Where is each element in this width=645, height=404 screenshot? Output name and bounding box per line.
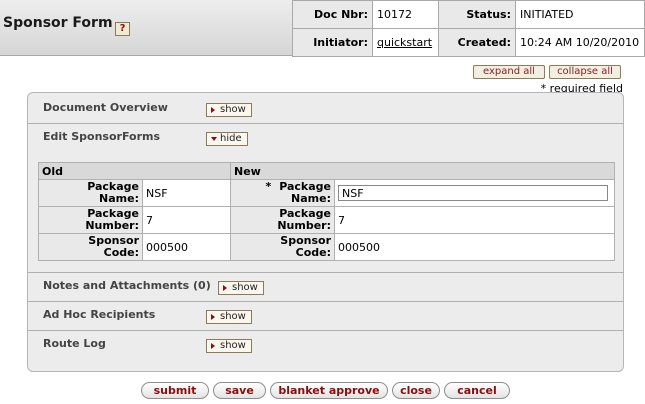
status-label: Status: <box>438 0 516 29</box>
old-package-number-label: Package Number: <box>38 206 143 234</box>
old-package-name-value: NSF <box>142 179 231 207</box>
document-overview-show-button[interactable]: show <box>206 103 252 117</box>
save-button[interactable]: save <box>213 382 266 399</box>
new-package-name-cell <box>334 179 615 207</box>
collapse-all-button[interactable]: collapse all <box>549 65 621 79</box>
status-value: INITIATED <box>515 0 645 29</box>
notes-show-button[interactable]: show <box>218 281 264 295</box>
document-header-table: Doc Nbr: 10172 Status: INITIATED Initiat… <box>292 0 645 57</box>
initiator-cell: quickstart <box>372 28 439 57</box>
new-column-header: New <box>230 162 615 180</box>
new-package-number-label: Package Number: <box>230 206 335 234</box>
tab-document-overview-label: Document Overview <box>43 101 168 114</box>
route-log-show-button[interactable]: show <box>206 339 252 353</box>
tab-ad-hoc-label: Ad Hoc Recipients <box>43 308 156 321</box>
created-label: Created: <box>438 28 516 57</box>
edit-sponsor-forms-hide-button[interactable]: hide <box>206 132 248 146</box>
expand-all-button[interactable]: expand all <box>473 65 545 79</box>
new-sponsor-code-label: Sponsor Code: <box>230 233 335 261</box>
cancel-button[interactable]: cancel <box>444 382 510 399</box>
doc-nbr-label: Doc Nbr: <box>292 0 373 29</box>
old-sponsor-code-label: Sponsor Code: <box>38 233 143 261</box>
ad-hoc-show-button[interactable]: show <box>206 310 252 324</box>
package-name-input[interactable] <box>338 185 608 201</box>
new-sponsor-code-value: 000500 <box>334 233 615 261</box>
tab-notes-attachments: Notes and Attachments (0) show <box>28 272 624 298</box>
tab-route-log-label: Route Log <box>43 337 106 350</box>
table-row: Package Number: 7 Package Number: 7 <box>38 206 615 234</box>
blanket-approve-button[interactable]: blanket approve <box>270 382 388 399</box>
close-button[interactable]: close <box>392 382 440 399</box>
page-header: Sponsor Form ? <box>0 0 292 56</box>
table-row: Package Name: NSF * Package Name: <box>38 179 615 207</box>
new-package-name-label: * Package Name: <box>230 179 335 207</box>
old-package-number-value: 7 <box>142 206 231 234</box>
tab-route-log: Route Log show <box>28 330 624 356</box>
created-value: 10:24 AM 10/20/2010 <box>515 28 645 57</box>
page-title: Sponsor Form <box>3 15 113 31</box>
old-sponsor-code-value: 000500 <box>142 233 231 261</box>
new-package-number-value: 7 <box>334 206 615 234</box>
table-row: Sponsor Code: 000500 Sponsor Code: 000500 <box>38 233 615 261</box>
old-package-name-label: Package Name: <box>38 179 143 207</box>
initiator-label: Initiator: <box>292 28 373 57</box>
initiator-link[interactable]: quickstart <box>377 36 432 49</box>
sponsor-form-table: Old New PackageName: NSF *PackageName: P… <box>38 162 615 261</box>
tab-edit-sponsor-forms-label: Edit SponsorForms <box>43 130 161 143</box>
tab-ad-hoc-recipients: Ad Hoc Recipients show <box>28 301 624 327</box>
required-marker: * <box>265 180 272 193</box>
tab-notes-label: Notes and Attachments (0) <box>43 279 211 292</box>
tab-document-overview: Document Overview show <box>28 95 624 121</box>
tab-edit-sponsor-forms: Edit SponsorForms hide <box>28 123 624 149</box>
old-column-header: Old <box>38 162 231 180</box>
doc-nbr-value: 10172 <box>372 0 439 29</box>
submit-button[interactable]: submit <box>141 382 209 399</box>
help-icon[interactable]: ? <box>115 22 130 36</box>
